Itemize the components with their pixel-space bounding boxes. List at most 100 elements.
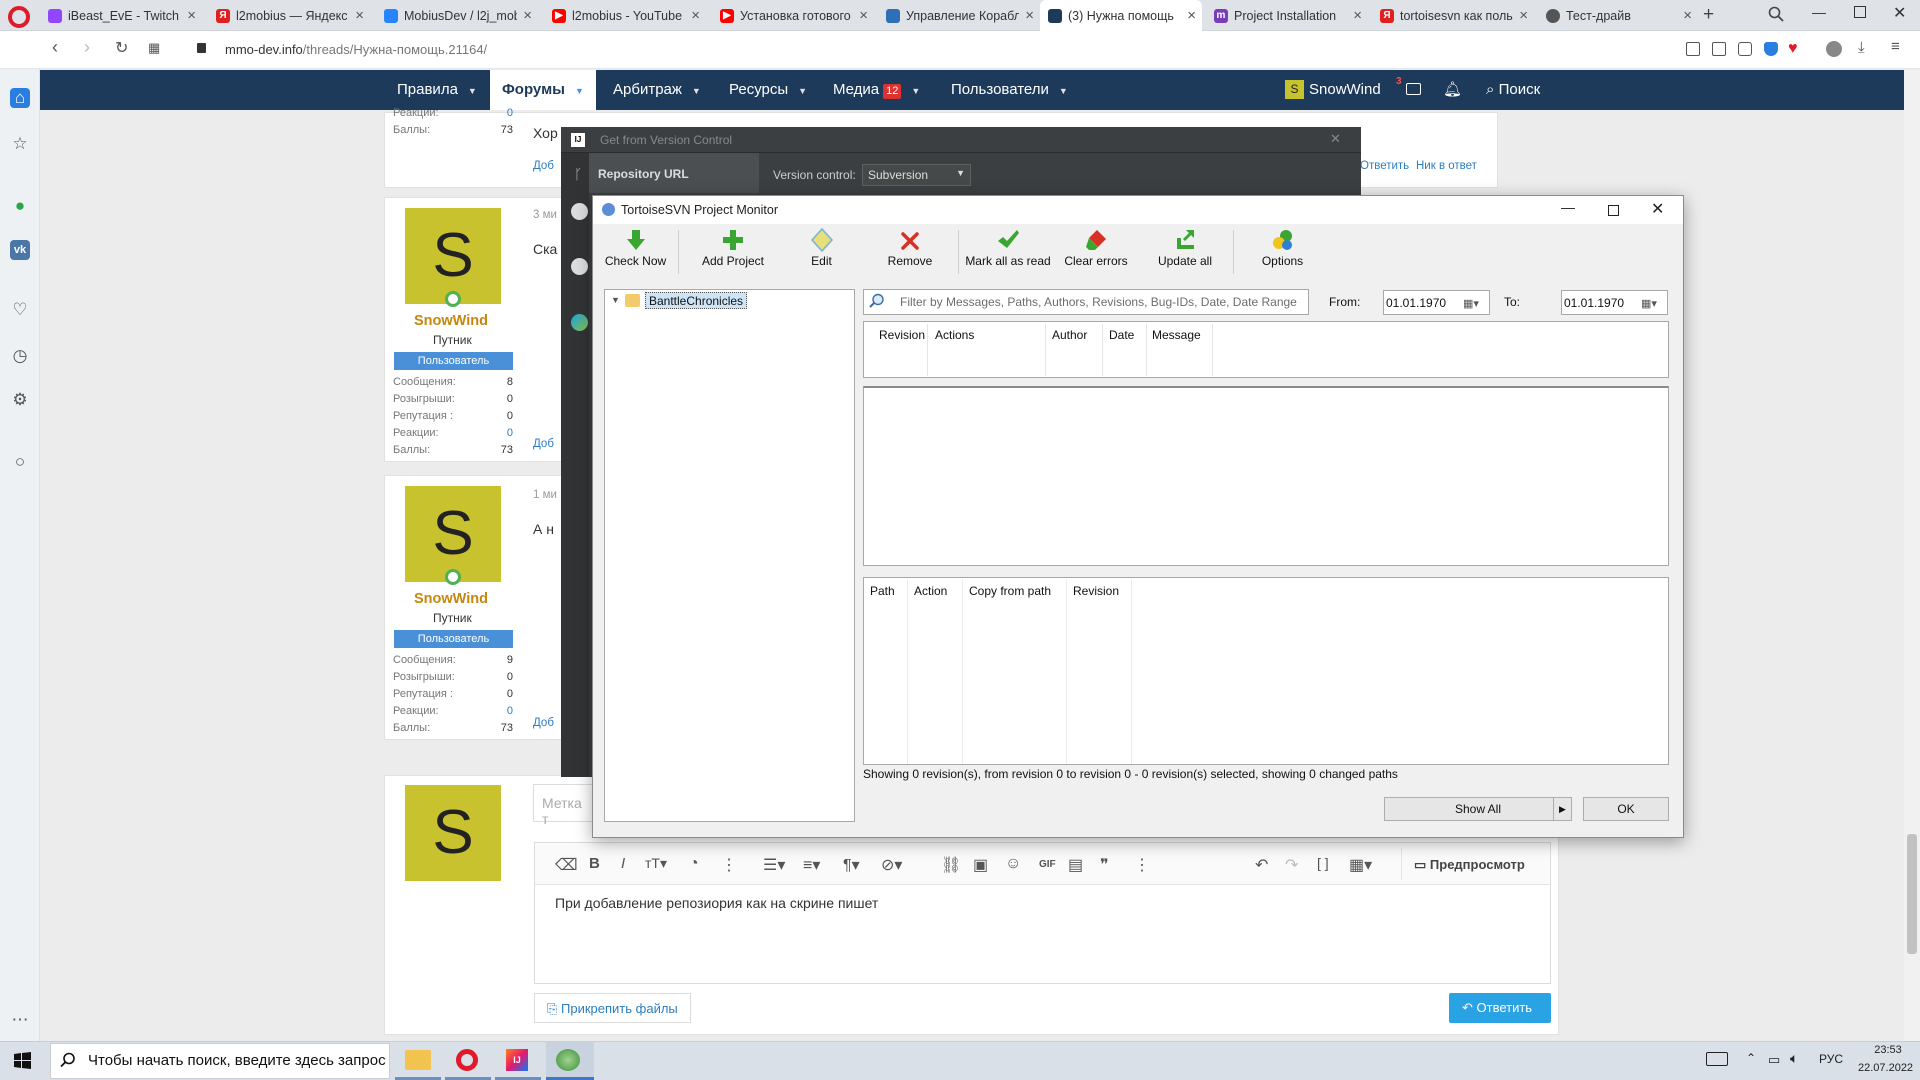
nav-arbitration[interactable]: Арбитраж ▼	[613, 70, 701, 110]
post-author[interactable]: SnowWind	[414, 591, 488, 607]
redo-icon[interactable]: ↷	[1285, 855, 1298, 875]
bbcode-icon[interactable]: [ ]	[1317, 855, 1329, 871]
tab-close-icon[interactable]: ×	[1519, 7, 1528, 24]
nick-reply-link[interactable]: Ник в ответ	[1416, 160, 1477, 172]
volume-icon[interactable]: 🔈︎	[1790, 1050, 1798, 1067]
edit-button[interactable]: Edit	[789, 226, 854, 276]
tab-search-icon[interactable]	[1768, 6, 1784, 22]
italic-icon[interactable]: I	[621, 855, 625, 872]
quote-icon[interactable]: ❞	[1100, 855, 1109, 875]
browser-tab-8[interactable]: m Project Installation ×	[1206, 0, 1368, 31]
github-enterprise-icon[interactable]	[571, 258, 588, 275]
eraser-icon[interactable]: ⌫	[555, 855, 578, 875]
tab-close-icon[interactable]: ×	[691, 7, 700, 24]
inbox-icon[interactable]	[1406, 83, 1421, 95]
media-icon[interactable]: ▤	[1068, 855, 1083, 875]
filter-search-icon[interactable]	[869, 293, 885, 309]
add-project-button[interactable]: Add Project	[693, 226, 773, 276]
attach-files-button[interactable]: ⎘ Прикрепить файлы	[534, 993, 691, 1023]
bookmarks-icon[interactable]: ☆	[10, 134, 30, 154]
align-icon[interactable]: ≡▾	[803, 855, 820, 875]
path-column-path[interactable]: Path	[870, 584, 895, 598]
more-insert-icon[interactable]: ⋮	[1134, 855, 1150, 875]
nav-rules[interactable]: Правила ▼	[397, 70, 477, 110]
reply-button[interactable]: ↶ Ответить	[1449, 993, 1551, 1023]
camera-icon[interactable]	[1738, 42, 1752, 56]
project-tree[interactable]	[604, 289, 855, 822]
github-icon[interactable]	[571, 203, 588, 220]
profile-icon[interactable]	[1826, 41, 1842, 57]
user-name[interactable]: SnowWind	[1309, 81, 1381, 98]
window-minimize-icon[interactable]: —	[1812, 4, 1826, 20]
options-button[interactable]: Options	[1250, 226, 1315, 276]
search-link[interactable]: ⌕ Поиск	[1486, 81, 1540, 98]
post-author[interactable]: SnowWind	[414, 313, 488, 329]
tab-close-icon[interactable]: ×	[859, 7, 868, 24]
ide-close-icon[interactable]: ✕	[1330, 131, 1341, 147]
log-column-revision[interactable]: Revision	[879, 328, 925, 342]
show-all-button[interactable]: Show All ▶	[1384, 797, 1572, 821]
heart-sidebar-icon[interactable]: ♡	[10, 300, 30, 320]
reader-icon[interactable]	[1686, 42, 1700, 56]
intellij-taskbar-icon[interactable]: IJ	[506, 1049, 528, 1071]
easy-setup-icon[interactable]: ≡	[1891, 38, 1900, 55]
vpn-shield-icon[interactable]	[1764, 42, 1778, 56]
url-field[interactable]: mmo-dev.info/threads/Нужна-помощь.21164/	[225, 42, 487, 57]
space-icon[interactable]	[571, 314, 588, 331]
list-icon[interactable]: ☰▾	[763, 855, 785, 875]
text-size-icon[interactable]: тT▾	[645, 855, 667, 872]
calendar-dropdown-icon[interactable]: ▦▾	[1641, 297, 1657, 310]
clock-date[interactable]: 22.07.2022	[1858, 1062, 1913, 1074]
log-column-actions[interactable]: Actions	[935, 328, 974, 342]
preview-button[interactable]: ▭ Предпросмотр	[1401, 848, 1549, 880]
caret-down-icon[interactable]: ▼	[468, 71, 477, 111]
palette-icon[interactable]: ◔	[689, 855, 699, 873]
speed-dial-icon[interactable]: ▦	[148, 40, 160, 56]
post-action-link[interactable]: Доб	[533, 717, 554, 729]
tab-close-icon[interactable]: ×	[523, 7, 532, 24]
log-column-message[interactable]: Message	[1152, 328, 1201, 342]
tab-close-icon[interactable]: ×	[1683, 7, 1692, 24]
back-icon[interactable]: ‹	[52, 37, 58, 58]
caret-down-icon[interactable]: ▼	[692, 71, 701, 111]
svn-minimize-icon[interactable]: —	[1561, 199, 1575, 215]
expand-chevron-icon[interactable]: ▼	[611, 295, 620, 305]
window-close-icon[interactable]: ✕	[1893, 3, 1906, 23]
windows-start-icon[interactable]	[14, 1052, 31, 1069]
tab-close-icon[interactable]: ×	[355, 7, 364, 24]
tag-input[interactable]: Метка т	[533, 784, 593, 827]
post-action-link[interactable]: Доб	[533, 160, 554, 172]
opera-logo-icon[interactable]	[8, 6, 30, 28]
nav-resources[interactable]: Ресурсы ▼	[729, 70, 807, 110]
mark-all-read-button[interactable]: Mark all as read	[962, 226, 1054, 276]
whatsapp-icon[interactable]: ●	[10, 196, 30, 216]
tab-close-icon[interactable]: ×	[1187, 7, 1196, 24]
browser-tab-6[interactable]: Управление Корабл ×	[878, 0, 1040, 31]
check-now-button[interactable]: Check Now	[598, 226, 673, 276]
window-maximize-icon[interactable]	[1854, 6, 1866, 18]
scrollbar-thumb[interactable]	[1907, 834, 1917, 954]
nav-forums[interactable]: Форумы ▼	[490, 70, 596, 110]
forward-icon[interactable]: ›	[84, 37, 90, 58]
browser-tab-5[interactable]: ▶ Установка готового ×	[712, 0, 874, 31]
nav-media[interactable]: Медиа 12 ▼	[833, 70, 920, 110]
vc-select[interactable]: Subversion ▼	[862, 164, 971, 186]
log-column-date[interactable]: Date	[1109, 328, 1134, 342]
home-icon[interactable]: ⌂	[10, 88, 30, 108]
ok-button[interactable]: OK	[1583, 797, 1669, 821]
file-explorer-icon[interactable]	[405, 1050, 431, 1070]
log-column-author[interactable]: Author	[1052, 328, 1087, 342]
heart-icon[interactable]: ♥	[1788, 40, 1798, 58]
changed-paths-list[interactable]	[863, 577, 1669, 765]
gif-icon[interactable]: GIF	[1039, 859, 1056, 870]
clock-time[interactable]: 23:53	[1866, 1044, 1910, 1056]
post-time[interactable]: 3 ми	[533, 209, 557, 221]
browser-tab-3[interactable]: MobiusDev / l2j_mob ×	[376, 0, 538, 31]
tab-close-icon[interactable]: ×	[1025, 7, 1034, 24]
update-all-button[interactable]: Update all	[1149, 226, 1221, 276]
drafts-icon[interactable]: ▦▾	[1349, 855, 1372, 875]
caret-down-icon[interactable]: ▼	[798, 71, 807, 111]
edit-page-icon[interactable]	[1712, 42, 1726, 56]
svn-close-icon[interactable]: ✕	[1651, 199, 1664, 219]
tray-chevron-up-icon[interactable]: ⌃	[1746, 1051, 1756, 1065]
